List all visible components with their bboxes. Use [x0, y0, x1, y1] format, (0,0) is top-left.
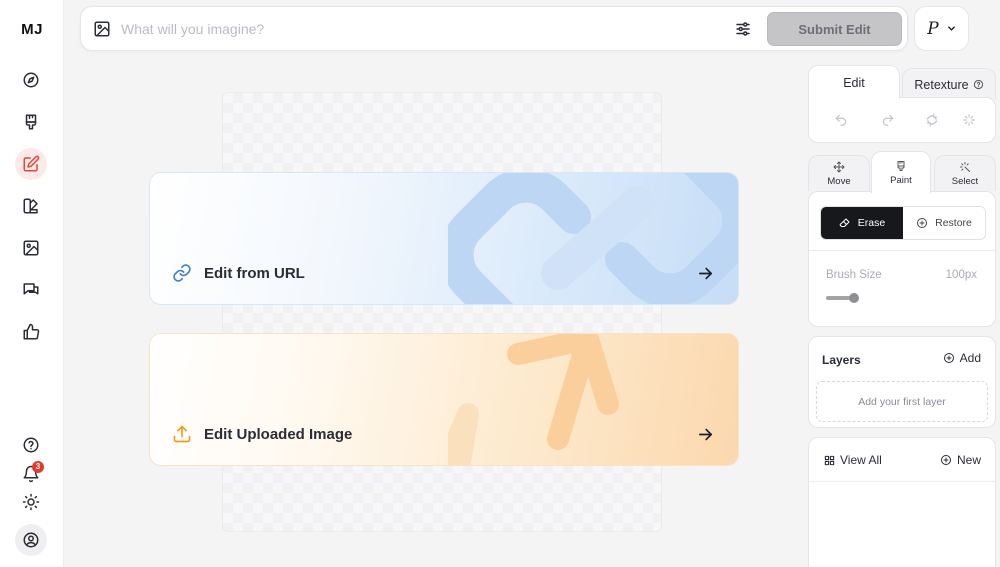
- thumbs-up-icon: [23, 323, 40, 340]
- profile-selector[interactable]: P: [914, 6, 969, 51]
- edit-uploaded-image-label: Edit Uploaded Image: [204, 426, 353, 443]
- link-decoration-icon: [448, 173, 738, 304]
- prompt-bar: Submit Edit: [80, 6, 908, 51]
- new-button[interactable]: New: [940, 453, 981, 467]
- reset-icon[interactable]: [925, 113, 939, 127]
- chevron-down-icon: [947, 26, 955, 31]
- tool-select[interactable]: Select: [934, 155, 996, 191]
- magic-select-icon: [960, 161, 970, 172]
- tab-retexture[interactable]: Retexture: [902, 68, 996, 100]
- upload-icon: [173, 425, 191, 443]
- arrow-right-icon: [698, 428, 713, 441]
- sidebar-item-explore[interactable]: [15, 64, 47, 96]
- erase-button[interactable]: Erase: [821, 207, 903, 239]
- user-circle-icon: [23, 532, 39, 548]
- restore-button[interactable]: Restore: [903, 207, 985, 239]
- sidebar: MJ 3: [0, 0, 64, 567]
- grid-icon: [824, 455, 835, 465]
- undo-icon[interactable]: [834, 113, 848, 127]
- paintbrush-icon: [25, 114, 37, 130]
- image-icon: [23, 240, 39, 256]
- eraser-icon: [839, 218, 850, 227]
- logo[interactable]: MJ: [0, 21, 64, 38]
- prompt-input[interactable]: [121, 17, 721, 41]
- plus-circle-icon: [943, 353, 954, 363]
- submit-edit-button[interactable]: Submit Edit: [767, 12, 902, 46]
- tool-paint[interactable]: Paint: [871, 151, 931, 193]
- sidebar-item-tasks[interactable]: [15, 316, 47, 348]
- compass-icon: [23, 72, 39, 88]
- tool-move[interactable]: Move: [808, 155, 870, 191]
- restore-label: Restore: [935, 217, 972, 229]
- erase-restore-toggle: Erase Restore: [820, 206, 986, 240]
- tool-select-label: Select: [951, 175, 979, 187]
- help-icon[interactable]: [973, 79, 984, 90]
- add-layer-label: Add: [959, 351, 981, 365]
- profile-initial: P: [927, 18, 939, 39]
- tool-move-label: Move: [827, 175, 851, 187]
- view-all-button[interactable]: View All: [824, 453, 882, 467]
- move-icon: [833, 161, 845, 172]
- plus-circle-icon: [940, 455, 951, 465]
- plus-circle-icon: [917, 218, 928, 228]
- image-upload-icon[interactable]: [93, 20, 111, 38]
- sidebar-item-chat[interactable]: [15, 274, 47, 306]
- edit-from-url-label: Edit from URL: [204, 265, 305, 282]
- add-layer-button[interactable]: Add: [943, 351, 981, 365]
- paintbrush-icon: [897, 160, 905, 171]
- add-first-layer-dropzone[interactable]: Add your first layer: [816, 381, 988, 422]
- view-all-label: View All: [840, 453, 882, 467]
- divider: [809, 250, 995, 251]
- edit-icon: [23, 155, 40, 172]
- help-icon: [23, 437, 39, 453]
- arrow-right-icon: [698, 267, 713, 280]
- new-label: New: [956, 453, 981, 467]
- sliders-icon[interactable]: [734, 20, 752, 38]
- edit-canvas: [222, 92, 662, 532]
- sidebar-item-help[interactable]: [15, 429, 47, 461]
- sidebar-item-personalize[interactable]: [15, 190, 47, 222]
- magic-wand-icon[interactable]: [962, 113, 976, 127]
- link-icon: [173, 264, 191, 282]
- palette-icon: [23, 198, 38, 214]
- history-toolbar: [808, 97, 996, 143]
- upload-decoration-icon: [448, 334, 619, 465]
- gallery-panel: View All New: [808, 437, 996, 567]
- tab-edit-label: Edit: [843, 75, 865, 90]
- sidebar-item-account[interactable]: [15, 524, 47, 556]
- edit-from-url-card[interactable]: Edit from URL: [149, 172, 739, 305]
- sidebar-item-create[interactable]: [15, 106, 47, 138]
- add-first-layer-label: Add your first layer: [858, 395, 946, 408]
- brush-size-label: Brush Size: [826, 269, 882, 281]
- edit-uploaded-image-card[interactable]: Edit Uploaded Image: [149, 333, 739, 466]
- chat-icon: [23, 283, 39, 295]
- paint-options-panel: Erase Restore Brush Size 100px: [808, 191, 996, 327]
- sidebar-item-organize[interactable]: [15, 232, 47, 264]
- tab-edit[interactable]: Edit: [808, 65, 900, 99]
- erase-label: Erase: [857, 217, 886, 229]
- layers-panel: Layers Add Add your first layer: [808, 336, 996, 428]
- redo-icon[interactable]: [881, 113, 895, 127]
- sidebar-item-theme[interactable]: [15, 486, 47, 518]
- divider: [809, 481, 995, 482]
- notification-badge: 3: [32, 461, 44, 473]
- sun-icon: [22, 493, 40, 511]
- brush-size-value: 100px: [945, 269, 977, 281]
- brush-size-slider-thumb[interactable]: [849, 293, 859, 303]
- layers-title: Layers: [822, 353, 861, 367]
- sidebar-item-edit[interactable]: [15, 148, 47, 180]
- tab-retexture-label: Retexture: [914, 77, 969, 92]
- tool-paint-label: Paint: [890, 174, 912, 186]
